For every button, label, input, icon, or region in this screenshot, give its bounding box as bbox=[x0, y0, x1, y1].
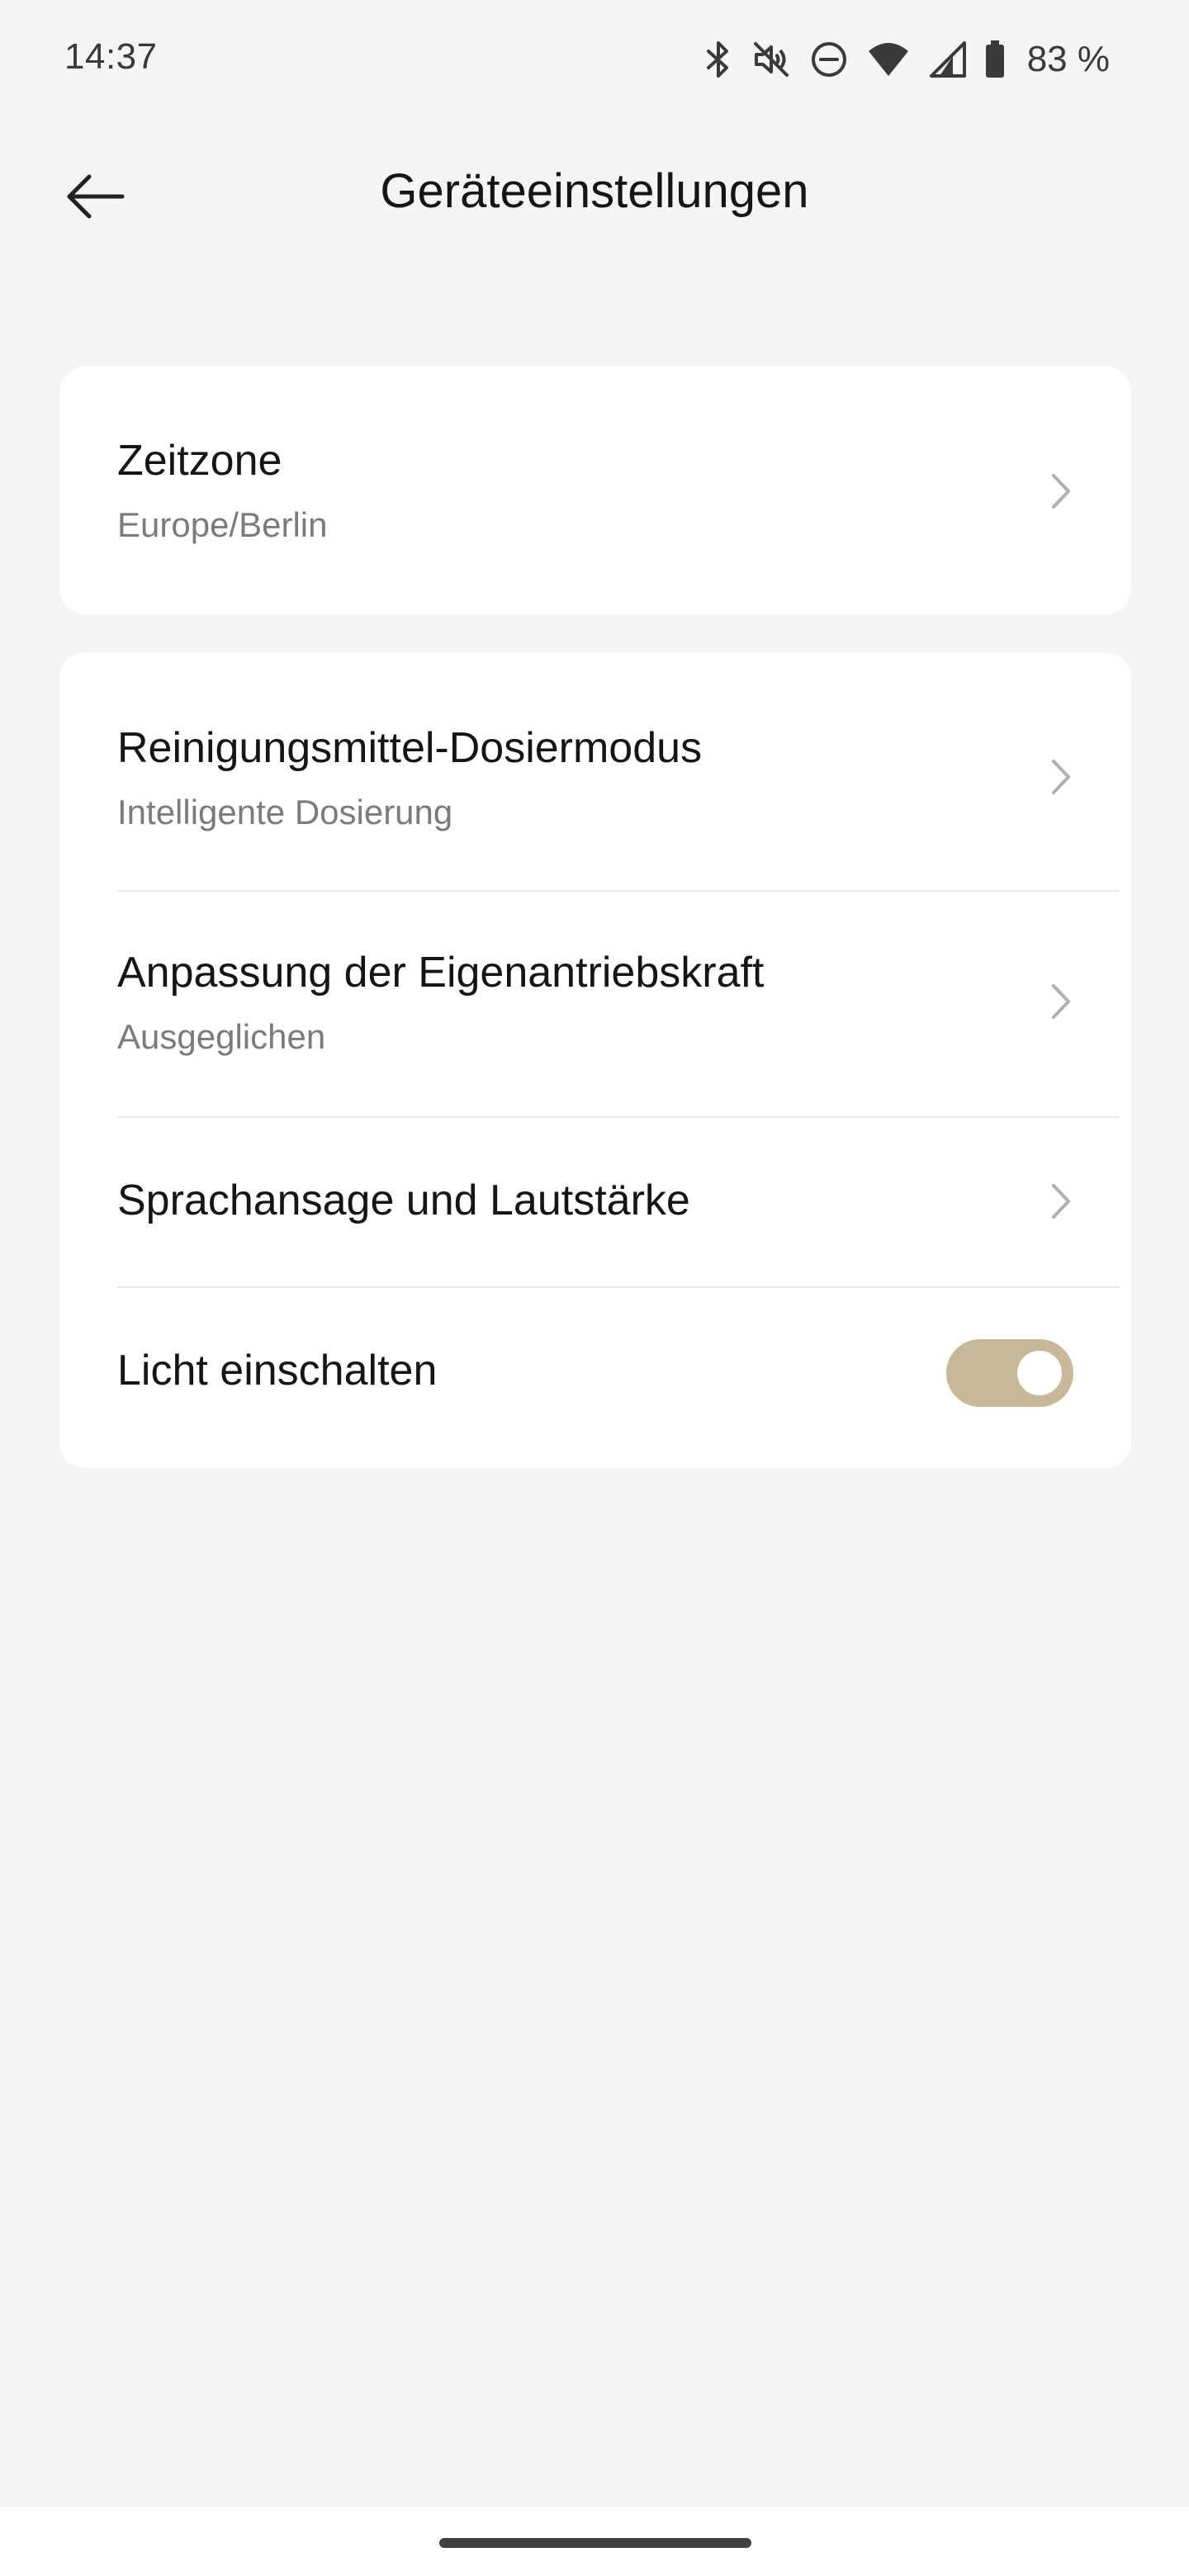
detergent-mode-value: Intelligente Dosierung bbox=[117, 793, 453, 831]
detergent-mode-title: Reinigungsmittel-Dosiermodus bbox=[117, 724, 703, 772]
light-toggle[interactable] bbox=[946, 1339, 1073, 1407]
timezone-row[interactable]: Zeitzone Europe/Berlin bbox=[59, 367, 1131, 614]
do-not-disturb-icon bbox=[809, 40, 849, 79]
light-row: Licht einschalten bbox=[59, 1288, 1131, 1468]
timezone-card: Zeitzone Europe/Berlin bbox=[59, 367, 1131, 614]
self-drive-value: Ausgeglichen bbox=[117, 1017, 326, 1056]
app-bar: Geräteeinstellungen bbox=[0, 140, 1189, 256]
chevron-right-icon bbox=[1052, 474, 1070, 509]
navigation-bar bbox=[0, 2507, 1189, 2576]
home-indicator[interactable] bbox=[439, 2538, 751, 2548]
bluetooth-icon bbox=[703, 40, 733, 79]
battery-percentage: 83 % bbox=[1026, 39, 1110, 79]
page-title: Geräteeinstellungen bbox=[380, 164, 809, 218]
wifi-icon bbox=[867, 40, 910, 79]
voice-volume-row[interactable]: Sprachansage und Lautstärke bbox=[59, 1118, 1131, 1286]
status-time: 14:37 bbox=[64, 36, 158, 77]
self-drive-title: Anpassung der Eigenantriebskraft bbox=[117, 949, 765, 997]
mute-icon bbox=[751, 40, 791, 79]
battery-icon bbox=[984, 40, 1006, 79]
voice-volume-title: Sprachansage und Lautstärke bbox=[117, 1177, 690, 1224]
chevron-right-icon bbox=[1052, 760, 1070, 794]
timezone-title: Zeitzone bbox=[117, 437, 282, 485]
toggle-knob bbox=[1017, 1351, 1062, 1395]
status-icons: 83 % bbox=[703, 35, 1110, 84]
detergent-mode-row[interactable]: Reinigungsmittel-Dosiermodus Intelligent… bbox=[59, 652, 1131, 890]
chevron-right-icon bbox=[1052, 984, 1070, 1019]
self-drive-row[interactable]: Anpassung der Eigenantriebskraft Ausgegl… bbox=[59, 892, 1131, 1116]
timezone-value: Europe/Berlin bbox=[117, 505, 328, 544]
light-title: Licht einschalten bbox=[117, 1347, 438, 1395]
status-bar: 14:37 83 % bbox=[0, 0, 1189, 116]
chevron-right-icon bbox=[1052, 1184, 1070, 1219]
cell-signal-icon bbox=[928, 40, 966, 79]
device-settings-card: Reinigungsmittel-Dosiermodus Intelligent… bbox=[59, 652, 1131, 1468]
